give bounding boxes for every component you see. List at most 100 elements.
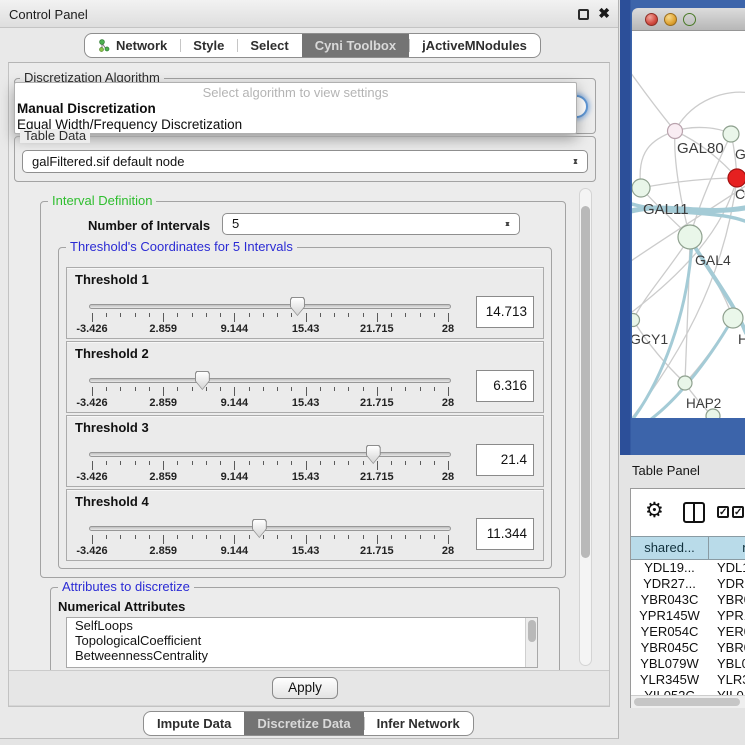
graph-edge[interactable] <box>641 178 737 188</box>
cell-shared-name[interactable]: YBR045C <box>631 640 708 656</box>
close-window-icon[interactable]: ✖ <box>598 5 610 22</box>
graph-node[interactable] <box>723 308 743 328</box>
cell-name[interactable]: YBR0 <box>708 640 745 656</box>
attributes-list[interactable]: SelfLoopsTopologicalCoefficientBetweenne… <box>66 617 538 668</box>
list-scrollbar[interactable] <box>525 618 537 667</box>
cell-name[interactable]: YPR1 <box>708 608 745 624</box>
table-row[interactable]: YDL19...YDL1 <box>631 560 745 576</box>
tab-label: jActiveMNodules <box>422 38 527 53</box>
column-header-name[interactable]: name <box>709 536 745 560</box>
scrollbar-thumb[interactable] <box>634 698 740 706</box>
cell-shared-name[interactable]: YDR27... <box>631 576 708 592</box>
tab-jactivemnodules[interactable]: jActiveMNodules <box>409 34 540 57</box>
cell-shared-name[interactable]: YDL19... <box>631 560 708 576</box>
tick-label: 2.859 <box>149 397 177 409</box>
tick-label: 9.144 <box>221 397 249 409</box>
traffic-light-zoom-icon[interactable] <box>683 13 696 26</box>
tab-label: Network <box>116 38 167 53</box>
dropdown-item-manual[interactable]: Manual Discretization <box>15 101 576 117</box>
graph-node[interactable] <box>678 225 702 249</box>
threshold-value-field[interactable]: 14.713 <box>476 296 534 328</box>
checkbox-icon[interactable]: ✓ <box>732 506 744 518</box>
tab-label: Infer Network <box>377 716 460 731</box>
cell-shared-name[interactable]: YBL079W <box>631 656 708 672</box>
table-data-combobox[interactable]: galFiltered.sif default node <box>22 150 588 173</box>
slider-ticks <box>92 535 448 545</box>
column-header-shared-[interactable]: shared... <box>631 536 709 560</box>
tab-style[interactable]: Style <box>180 34 237 57</box>
cell-name[interactable]: YBL0 <box>708 656 745 672</box>
dropdown-item-equal-width[interactable]: Equal Width/Frequency Discretization <box>15 117 576 133</box>
graph-edge[interactable] <box>632 183 745 263</box>
cell-shared-name[interactable]: YPR145W <box>631 608 708 624</box>
list-item-selfloops[interactable]: SelfLoops <box>67 618 537 633</box>
float-window-icon[interactable] <box>578 9 589 20</box>
graph-node[interactable] <box>668 124 683 139</box>
network-window-titlebar[interactable] <box>632 8 745 31</box>
tick-label: -3.426 <box>76 471 107 483</box>
graph-edge[interactable] <box>632 69 675 131</box>
slider-track[interactable] <box>89 304 451 309</box>
cell-name[interactable]: YDR2 <box>708 576 745 592</box>
cell-shared-name[interactable]: YBR043C <box>631 592 708 608</box>
tab-impute-data[interactable]: Impute Data <box>144 712 244 735</box>
traffic-light-close-icon[interactable] <box>645 13 658 26</box>
table-row[interactable]: YPR145WYPR1 <box>631 608 745 624</box>
tab-cyni-toolbox[interactable]: Cyni Toolbox <box>302 34 409 57</box>
dropdown-hint: Select algorithm to view settings <box>15 85 576 101</box>
gear-icon[interactable]: ⚙ <box>645 498 664 523</box>
tick-label: -3.426 <box>76 545 107 557</box>
cell-name[interactable]: YBR0 <box>708 592 745 608</box>
network-frame: GAL80GACGAL11GAL4GCY1HHAP2 <box>620 0 745 455</box>
apply-button[interactable]: Apply <box>272 677 338 699</box>
list-item-betweennesscentrality[interactable]: BetweennessCentrality <box>67 648 537 663</box>
network-canvas[interactable]: GAL80GACGAL11GAL4GCY1HHAP2 <box>632 31 745 418</box>
scrollbar-thumb[interactable] <box>581 206 590 558</box>
columns-icon[interactable] <box>683 502 705 523</box>
table-row[interactable]: YBR045CYBR0 <box>631 640 745 656</box>
table-row[interactable]: YER054CYER0 <box>631 624 745 640</box>
cell-shared-name[interactable]: YLR345W <box>631 672 708 688</box>
cell-shared-name[interactable]: YER054C <box>631 624 708 640</box>
cell-shared-name[interactable]: YIL052C <box>631 688 708 695</box>
graph-node[interactable] <box>728 169 745 187</box>
cell-name[interactable]: YDL1 <box>708 560 745 576</box>
tick-label: 9.144 <box>221 323 249 335</box>
slider-track[interactable] <box>89 526 451 531</box>
tab-discretize-data[interactable]: Discretize Data <box>244 712 363 735</box>
threshold-value-field[interactable]: 6.316 <box>476 370 534 402</box>
cell-name[interactable]: YER0 <box>708 624 745 640</box>
cell-name[interactable]: YLR3 <box>708 672 745 688</box>
checkbox-icon[interactable]: ✓ <box>717 506 729 518</box>
combo-stepper-icon[interactable] <box>572 153 582 171</box>
tab-select[interactable]: Select <box>237 34 301 57</box>
graph-node[interactable] <box>678 376 692 390</box>
table-row[interactable]: YBR043CYBR0 <box>631 592 745 608</box>
threshold-value-field[interactable]: 21.4 <box>476 444 534 476</box>
scrollbar-thumb[interactable] <box>528 620 536 642</box>
tick-label: 2.859 <box>149 545 177 557</box>
table-row[interactable]: YDR27...YDR2 <box>631 576 745 592</box>
slider-track[interactable] <box>89 452 451 457</box>
table-row[interactable]: YBL079WYBL0 <box>631 656 745 672</box>
tab-network[interactable]: Network <box>85 34 180 57</box>
list-item-topologicalcoefficient[interactable]: TopologicalCoefficient <box>67 633 537 648</box>
graph-node[interactable] <box>632 179 650 197</box>
tab-infer-network[interactable]: Infer Network <box>364 712 473 735</box>
threshold-label: Threshold 2 <box>75 346 149 361</box>
combo-stepper-icon[interactable] <box>504 216 514 234</box>
graph-node[interactable] <box>723 126 739 142</box>
cell-name[interactable]: YIL0 <box>708 688 744 695</box>
traffic-light-minimize-icon[interactable] <box>664 13 677 26</box>
table-row[interactable]: YLR345WYLR3 <box>631 672 745 688</box>
graph-node[interactable] <box>632 314 640 327</box>
slider-track[interactable] <box>89 378 451 383</box>
horizontal-scrollbar[interactable] <box>631 695 745 708</box>
tick-label: 15.43 <box>292 397 320 409</box>
tick-label: 21.715 <box>360 471 394 483</box>
table-row[interactable]: YIL052CYIL0 <box>631 688 745 695</box>
graph-edge[interactable] <box>675 92 745 131</box>
settings-scrollbar[interactable] <box>579 188 592 666</box>
threshold-value-field[interactable]: 11.344 <box>476 518 534 550</box>
num-intervals-combobox[interactable]: 5 <box>222 213 520 235</box>
